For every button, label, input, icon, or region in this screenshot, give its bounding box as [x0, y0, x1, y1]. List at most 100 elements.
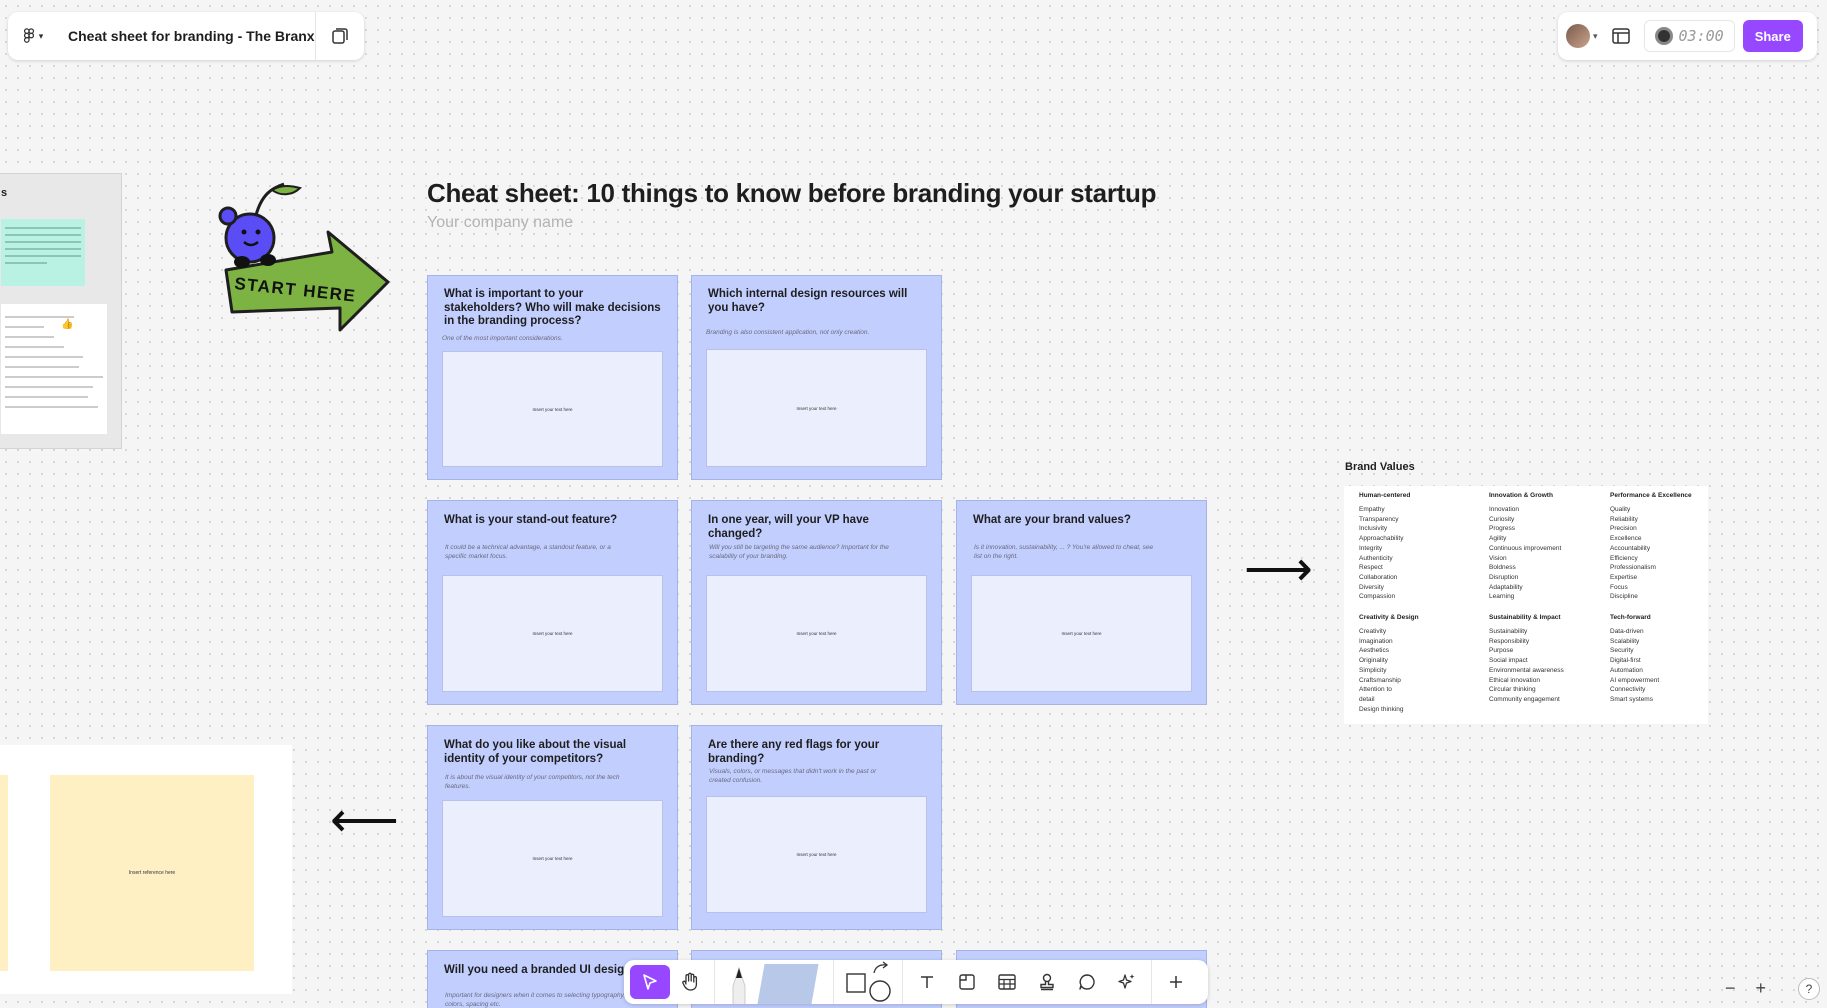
arrow-left-icon[interactable]: ⟵	[330, 797, 399, 845]
value-item: Learning	[1489, 593, 1515, 601]
value-item: Security	[1610, 647, 1634, 655]
marker-tool[interactable]	[757, 964, 819, 1004]
answer-box[interactable]: Insert your text here	[442, 351, 663, 467]
stamp-tool[interactable]	[1027, 965, 1067, 999]
group-title: Innovation & Growth	[1489, 492, 1553, 499]
sparkle-icon	[1118, 974, 1135, 989]
card-question: What is important to your stakeholders? …	[444, 288, 661, 328]
value-item: Community engagement	[1489, 695, 1560, 703]
value-item: Sustainability	[1489, 628, 1528, 635]
value-item: Accountability	[1610, 544, 1651, 552]
comment-tool[interactable]	[1067, 965, 1107, 999]
value-item: Transparency	[1359, 515, 1399, 523]
instructions-frame[interactable]: s 👍	[0, 173, 122, 449]
question-card[interactable]: Which internal design resources will you…	[691, 275, 942, 480]
divider	[1151, 960, 1152, 1004]
pages-button[interactable]	[316, 12, 364, 60]
brand-values-panel[interactable]: Human-centered Empathy Transparency Incl…	[1344, 486, 1708, 724]
value-group: Innovation & Growth Innovation Curiosity…	[1489, 492, 1607, 602]
card-question: In one year, will your VP have changed?	[708, 514, 869, 540]
answer-box[interactable]: Insert your text here	[971, 575, 1192, 692]
answer-box[interactable]: Insert your text here	[706, 796, 927, 913]
arrow-right-icon[interactable]: ⟶	[1244, 546, 1313, 594]
card-hint: It could be a technical advantage, a sta…	[445, 544, 611, 561]
text-tool[interactable]	[907, 965, 947, 999]
value-item: Environmental awareness	[1489, 666, 1564, 674]
value-item: Circular thinking	[1489, 686, 1536, 694]
value-item: Design thinking	[1359, 705, 1404, 713]
card-question: Which internal design resources will you…	[708, 288, 908, 314]
brand-values-title[interactable]: Brand Values	[1345, 461, 1415, 473]
value-item: Expertise	[1610, 573, 1638, 581]
question-card[interactable]: What are your brand values? Is it innova…	[956, 500, 1207, 705]
value-group: Human-centered Empathy Transparency Incl…	[1359, 492, 1477, 602]
value-item: Adaptability	[1489, 583, 1523, 591]
timer-icon	[1654, 27, 1673, 45]
value-group: Performance & Excellence Quality Reliabi…	[1610, 492, 1728, 602]
value-item: Integrity	[1359, 544, 1383, 552]
move-tool[interactable]	[630, 965, 670, 999]
question-card[interactable]: What do you like about the visual identi…	[427, 725, 678, 930]
answer-box[interactable]: Insert your text here	[442, 575, 663, 692]
layout-button[interactable]	[1606, 21, 1636, 51]
value-item: Empathy	[1359, 506, 1385, 513]
board-title[interactable]: Cheat sheet: 10 things to know before br…	[427, 178, 1156, 209]
card-question: What is your stand-out feature?	[444, 514, 618, 526]
start-here-sticker[interactable]: START HERE	[212, 182, 392, 332]
more-tool[interactable]	[1156, 965, 1196, 999]
answer-box[interactable]: Insert your text here	[706, 575, 927, 692]
help-button[interactable]: ?	[1798, 978, 1820, 1000]
section-tool[interactable]	[947, 965, 987, 999]
drawing-tools	[719, 960, 829, 1004]
reference-sticky[interactable]: Insert reference here	[50, 775, 254, 971]
instructions-text	[1, 304, 107, 434]
zoom-out-button[interactable]: −	[1725, 978, 1736, 999]
company-name-field[interactable]: Your company name	[427, 214, 573, 232]
shape-tool[interactable]	[838, 961, 898, 1002]
value-item: Focus	[1610, 583, 1628, 591]
value-item: Digital-first	[1610, 657, 1641, 665]
group-title: Tech-forward	[1610, 614, 1651, 621]
value-item: Efficiency	[1610, 554, 1638, 562]
question-card[interactable]: What is important to your stakeholders? …	[427, 275, 678, 480]
sticky-note[interactable]	[1, 219, 85, 286]
circle-icon	[869, 980, 891, 1002]
stamp-icon	[1040, 973, 1054, 991]
pen-tool[interactable]	[729, 964, 749, 1004]
question-card[interactable]: Are there any red flags for your brandin…	[691, 725, 942, 930]
card-hint: Visuals, colors, or messages that didn't…	[709, 768, 877, 785]
zoom-in-button[interactable]: +	[1756, 978, 1767, 999]
value-item: Smart systems	[1610, 695, 1653, 703]
timer[interactable]: 03:00	[1643, 20, 1735, 52]
value-item: Excellence	[1610, 535, 1642, 543]
value-item: Craftsmanship	[1359, 676, 1401, 684]
question-card[interactable]: What is your stand-out feature? It could…	[427, 500, 678, 705]
table-tool[interactable]	[987, 965, 1027, 999]
answer-box[interactable]: Insert your text here	[442, 800, 663, 917]
pages-icon	[332, 28, 348, 44]
card-question: Are there any red flags for your brandin…	[708, 739, 880, 765]
avatar-menu[interactable]: ▾	[1566, 24, 1598, 48]
ai-tool[interactable]	[1107, 965, 1147, 999]
value-item: Continuous improvement	[1489, 544, 1562, 552]
file-title[interactable]: Cheat sheet for branding - The Branx	[58, 28, 315, 44]
hand-tool[interactable]	[670, 965, 710, 999]
question-card[interactable]: In one year, will your VP have changed? …	[691, 500, 942, 705]
avatar	[1566, 24, 1590, 48]
section-icon	[959, 974, 975, 990]
answer-box[interactable]: Insert your text here	[706, 349, 927, 467]
share-button[interactable]: Share	[1742, 20, 1803, 52]
value-item: Compassion	[1359, 593, 1396, 601]
text-icon	[921, 976, 933, 988]
main-menu-button[interactable]: ▾	[8, 12, 58, 60]
value-item: Scalability	[1610, 637, 1640, 645]
sticky-note[interactable]	[0, 775, 8, 971]
card-hint: Branding is also consistent application,…	[706, 329, 870, 336]
value-item: Progress	[1489, 525, 1516, 533]
table-icon	[998, 974, 1016, 990]
frame-title: s	[1, 187, 8, 199]
value-item: Purpose	[1489, 647, 1514, 655]
value-item: Imagination	[1359, 637, 1393, 645]
value-item: Attention to detail	[1359, 686, 1392, 703]
reference-frame[interactable]: Insert reference here	[0, 745, 292, 994]
